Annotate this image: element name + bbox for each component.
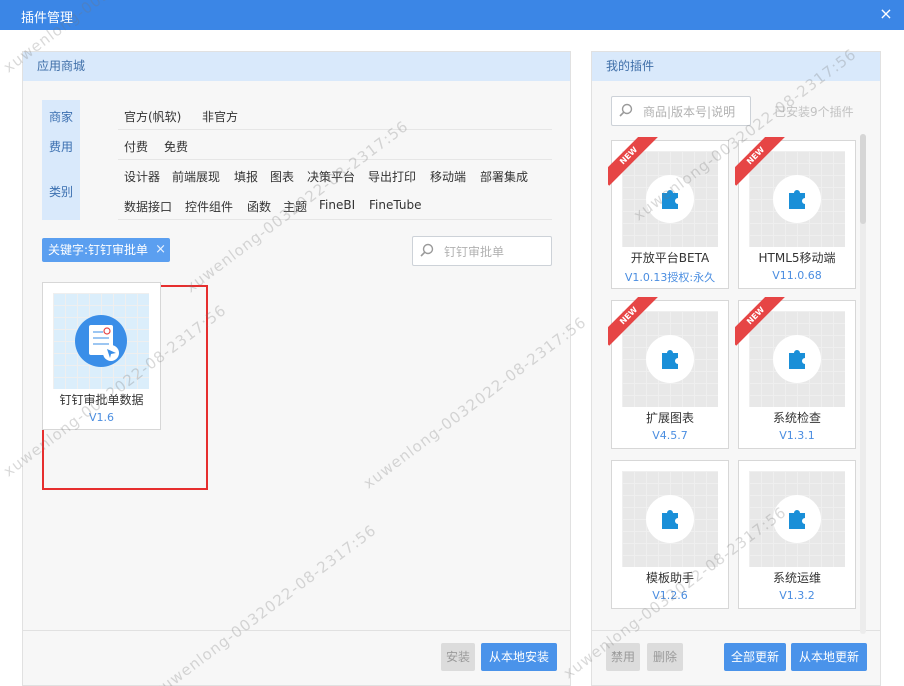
new-badge: NEW [735, 137, 789, 191]
my-plugin-version: V1.2.6 [652, 589, 688, 602]
my-plugins-footer: 禁用 删除 全部更新 从本地更新 [592, 630, 880, 685]
filter-option[interactable]: 决策平台 [307, 168, 355, 185]
filter-label-vendor: 商家 [48, 110, 73, 124]
filter-option[interactable]: 前端展现 [172, 168, 220, 185]
my-plugins-panel: 我的插件 商品|版本号|说明 NEW 开放平台BETA V1.0.13授权:永久 NE… [591, 51, 881, 686]
my-plugin-card[interactable]: NEW HTML5移动端 V11.0.68 [735, 137, 856, 289]
filter-option[interactable]: 数据接口 [124, 198, 172, 215]
filter-option[interactable]: FineTube [369, 198, 421, 212]
remove-keyword-icon[interactable]: × [155, 238, 166, 262]
vendor-filter-row: 官方(帆软) 非官方 [118, 100, 552, 130]
filter-option[interactable]: 付费 [124, 138, 148, 155]
new-badge-label: NEW [735, 297, 786, 346]
my-plugin-name: 系统检查 [772, 411, 821, 425]
my-plugin-card[interactable]: 模板助手 V1.2.6 [611, 460, 729, 609]
filter-option[interactable]: FineBI [319, 198, 355, 212]
filter-option[interactable]: 函数 [247, 198, 271, 215]
filter-option[interactable]: 移动端 [430, 168, 466, 185]
delete-button[interactable]: 删除 [647, 643, 683, 671]
plugin-thumbnail [622, 471, 718, 567]
my-plugin-version: V1.3.1 [779, 429, 815, 442]
filter-option[interactable]: 官方(帆软) [124, 108, 181, 125]
new-badge-label: NEW [608, 297, 659, 346]
my-plugin-version: V11.0.68 [772, 269, 822, 282]
keyword-tag-label: 关键字:钉钉审批单 [48, 243, 149, 257]
install-local-button[interactable]: 从本地安装 [481, 643, 557, 671]
store-plugin-card[interactable]: 钉钉审批单数据 V1.6 [42, 282, 161, 430]
my-plugin-version: V4.5.7 [652, 429, 688, 442]
new-badge-label: NEW [735, 137, 786, 186]
new-badge: NEW [608, 137, 662, 191]
store-search-placeholder: 钉钉审批单 [444, 245, 505, 259]
filter-option[interactable]: 图表 [270, 168, 294, 185]
app-store-panel: 应用商城 商家 费用 类别 官方(帆软) 非官方 付费 免费 设计器 前端展现 … [22, 51, 571, 686]
my-plugin-card[interactable]: 系统运维 V1.3.2 [738, 460, 856, 609]
update-all-button[interactable]: 全部更新 [724, 643, 786, 671]
new-badge: NEW [735, 297, 789, 351]
my-plugin-card[interactable]: NEW 扩展图表 V4.5.7 [608, 297, 729, 449]
plugin-thumbnail [749, 471, 845, 567]
puzzle-icon [662, 510, 678, 529]
keyword-tag: 关键字:钉钉审批单 × [42, 238, 171, 262]
app-store-title: 应用商城 [23, 52, 570, 81]
my-plugin-version: V1.0.13授权:永久 [624, 271, 716, 284]
scrollbar-thumb[interactable] [860, 134, 866, 224]
my-plugins-search-placeholder: 商品|版本号|说明 [643, 105, 736, 119]
my-plugins-title: 我的插件 [592, 52, 880, 81]
my-plugin-name: 模板助手 [645, 571, 694, 585]
my-plugins-scrollbar[interactable] [860, 134, 866, 634]
filter-label-fee: 费用 [48, 140, 73, 154]
my-plugin-name: 系统运维 [772, 571, 821, 585]
my-plugin-version: V1.3.2 [779, 589, 815, 602]
title-bar: 插件管理 × [0, 0, 904, 30]
approval-form-icon [75, 315, 127, 367]
filter-option[interactable]: 部署集成 [480, 168, 528, 185]
window-title: 插件管理 [21, 11, 74, 26]
category-filter-row: 设计器 前端展现 填报 图表 决策平台 导出打印 移动端 部署集成 数据接口 控… [118, 160, 552, 220]
close-icon[interactable]: × [878, 6, 894, 22]
store-plugin-name: 钉钉审批单数据 [59, 393, 144, 407]
filter-option[interactable]: 控件组件 [185, 198, 233, 215]
puzzle-icon [789, 510, 805, 529]
store-footer: 安装 从本地安装 [23, 630, 570, 685]
install-button[interactable]: 安装 [441, 643, 475, 671]
filter-option[interactable]: 主题 [283, 198, 307, 215]
search-icon [619, 103, 633, 117]
store-search-input[interactable]: 钉钉审批单 [412, 236, 552, 266]
search-icon [420, 243, 434, 257]
new-badge: NEW [608, 297, 662, 351]
filter-labels: 商家 费用 类别 [42, 100, 80, 220]
installed-count: 已安装9个插件 [774, 105, 854, 119]
filter-option[interactable]: 免费 [164, 138, 188, 155]
disable-button[interactable]: 禁用 [606, 643, 640, 671]
my-plugin-name: 开放平台BETA [630, 251, 710, 265]
dingtalk-plugin-thumbnail [53, 293, 149, 389]
new-badge-label: NEW [608, 137, 659, 186]
my-plugin-card[interactable]: NEW 系统检查 V1.3.1 [735, 297, 856, 449]
my-plugin-name: HTML5移动端 [758, 251, 836, 265]
filter-option[interactable]: 非官方 [202, 108, 238, 125]
my-plugin-name: 扩展图表 [645, 411, 694, 425]
filter-label-category: 类别 [48, 185, 73, 199]
fee-filter-row: 付费 免费 [118, 130, 552, 160]
filter-option[interactable]: 导出打印 [368, 168, 416, 185]
my-plugin-card[interactable]: NEW 开放平台BETA V1.0.13授权:永久 [608, 137, 729, 289]
filter-option[interactable]: 设计器 [124, 168, 160, 185]
update-local-button[interactable]: 从本地更新 [791, 643, 867, 671]
filter-option[interactable]: 填报 [234, 168, 258, 185]
my-plugins-search-input[interactable]: 商品|版本号|说明 [611, 96, 751, 126]
store-plugin-version: V1.6 [88, 411, 115, 424]
